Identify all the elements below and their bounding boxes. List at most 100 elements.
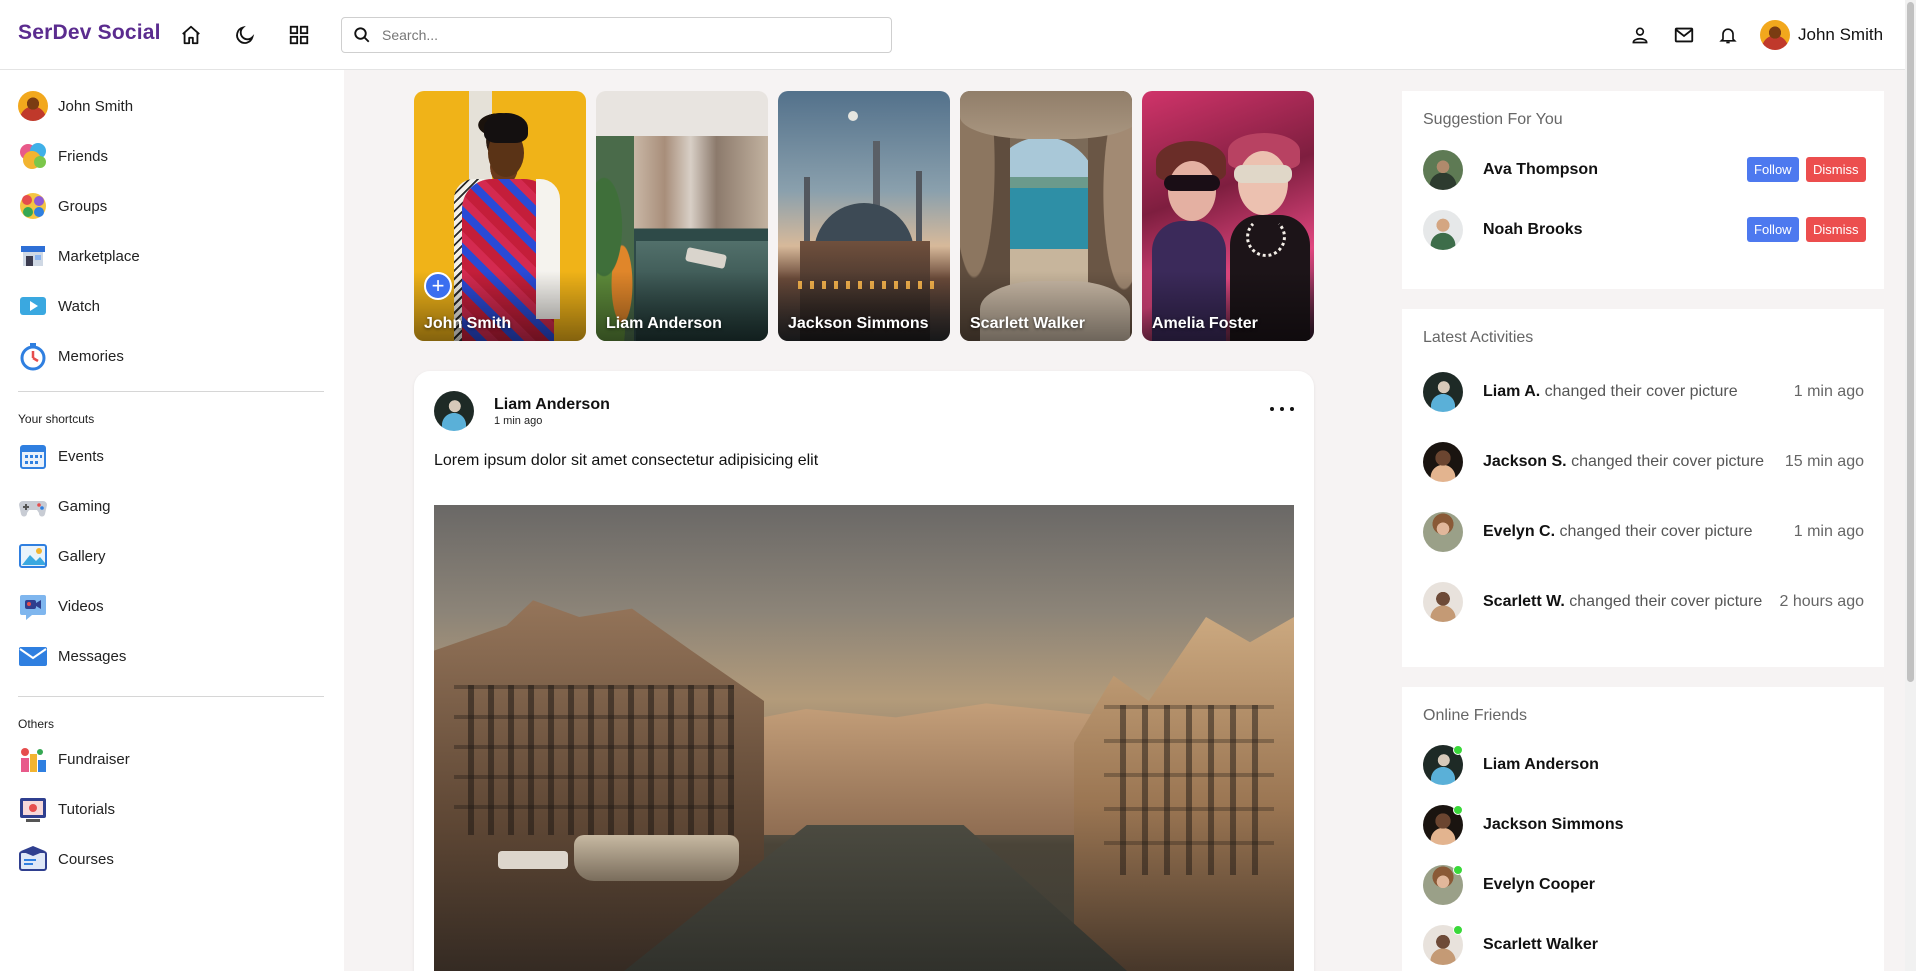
activity-time: 15 min ago: [1784, 453, 1864, 470]
story-card[interactable]: Liam Anderson: [596, 91, 768, 341]
online-status-dot: [1453, 745, 1463, 755]
activity-action: changed their cover picture: [1544, 383, 1738, 400]
online-friend-name: Jackson Simmons: [1483, 816, 1624, 833]
avatar[interactable]: [1423, 372, 1463, 412]
sidebar-item-courses[interactable]: Courses: [18, 843, 114, 875]
avatar[interactable]: [1423, 442, 1463, 482]
activity-text: Jackson S. changed their cover picture: [1483, 453, 1764, 471]
follow-button[interactable]: Follow: [1747, 217, 1799, 242]
story-photo-detail: [1164, 175, 1220, 191]
sidebar-item-label: Events: [58, 447, 104, 465]
story-name: John Smith: [424, 315, 512, 332]
bell-icon[interactable]: [1715, 22, 1741, 48]
activity-name[interactable]: Evelyn C.: [1483, 523, 1555, 540]
avatar[interactable]: [1423, 582, 1463, 622]
sidebar-item-gaming[interactable]: Gaming: [18, 490, 111, 522]
post-author[interactable]: Liam Anderson: [494, 396, 610, 414]
avatar-wrapper: [1423, 805, 1463, 845]
sidebar-divider: [18, 696, 324, 697]
sidebar-item-memories[interactable]: Memories: [18, 340, 124, 372]
avatar[interactable]: [1423, 210, 1463, 250]
sidebar-item-label: John Smith: [58, 97, 134, 115]
online-friend-row[interactable]: Evelyn Cooper: [1423, 865, 1595, 905]
sidebar-item-messages[interactable]: Messages: [18, 640, 126, 672]
sidebar-item-fundraiser[interactable]: Fundraiser: [18, 743, 130, 775]
post-header: Liam Anderson 1 min ago: [434, 391, 610, 431]
activity-action: changed their cover picture: [1571, 453, 1765, 470]
sidebar-item-profile[interactable]: John Smith: [18, 90, 133, 122]
sidebar-item-watch[interactable]: Watch: [18, 290, 100, 322]
activity-row: Jackson S. changed their cover picture: [1423, 442, 1764, 482]
sidebar-item-label: Videos: [58, 597, 104, 615]
scrollbar-thumb[interactable]: [1907, 2, 1914, 682]
activity-name[interactable]: Jackson S.: [1483, 453, 1567, 470]
online-friends-panel: Online Friends Liam Anderson Jackson Sim…: [1402, 687, 1884, 971]
post-image-detail: [454, 685, 734, 835]
activity-time: 1 min ago: [1793, 383, 1864, 400]
follow-button[interactable]: Follow: [1747, 157, 1799, 182]
top-user-menu[interactable]: John Smith: [1760, 20, 1883, 50]
sidebar-item-tutorials[interactable]: Tutorials: [18, 793, 115, 825]
person-icon[interactable]: [1627, 22, 1653, 48]
home-icon[interactable]: [178, 22, 204, 48]
suggestion-row: Ava Thompson: [1423, 150, 1598, 190]
activities-title: Latest Activities: [1423, 329, 1534, 346]
post-time: 1 min ago: [494, 414, 543, 427]
sidebar-item-videos[interactable]: Videos: [18, 590, 104, 622]
app-logo[interactable]: SerDev Social: [18, 21, 161, 45]
dismiss-button[interactable]: Dismiss: [1806, 157, 1866, 182]
dismiss-button[interactable]: Dismiss: [1806, 217, 1866, 242]
story-photo-detail: [1246, 217, 1286, 257]
online-friend-row[interactable]: Scarlett Walker: [1423, 925, 1598, 965]
story-name: Jackson Simmons: [788, 315, 929, 332]
sidebar-item-gallery[interactable]: Gallery: [18, 540, 106, 572]
story-photo-detail: [484, 113, 528, 143]
avatar[interactable]: [1423, 512, 1463, 552]
sidebar-item-friends[interactable]: Friends: [18, 140, 108, 172]
online-friend-row[interactable]: Jackson Simmons: [1423, 805, 1624, 845]
mail-icon[interactable]: [1671, 22, 1697, 48]
online-friend-name: Scarlett Walker: [1483, 936, 1599, 953]
story-card[interactable]: Scarlett Walker: [960, 91, 1132, 341]
story-card[interactable]: Amelia Foster: [1142, 91, 1314, 341]
fundraiser-icon: [18, 744, 48, 774]
online-friend-name: Liam Anderson: [1483, 756, 1599, 773]
avatar-wrapper: [1423, 925, 1463, 965]
story-photo-detail: [848, 111, 858, 121]
sidebar-item-label: Friends: [58, 147, 109, 165]
online-friend-row[interactable]: Liam Anderson: [1423, 745, 1599, 785]
post-image-detail: [498, 851, 568, 869]
sidebar-item-label: Messages: [58, 647, 127, 665]
activity-time: 2 hours ago: [1779, 593, 1864, 610]
story-name: Scarlett Walker: [970, 315, 1086, 332]
sidebar-item-events[interactable]: Events: [18, 440, 104, 472]
activity-row: Scarlett W. changed their cover picture: [1423, 582, 1762, 622]
friends-icon: [18, 141, 48, 171]
sidebar-item-groups[interactable]: Groups: [18, 190, 107, 222]
messages-icon: [18, 641, 48, 671]
moon-icon[interactable]: [232, 22, 258, 48]
avatar[interactable]: [1423, 150, 1463, 190]
sidebar-item-label: Courses: [58, 850, 114, 868]
more-options-icon[interactable]: [1270, 401, 1294, 417]
activity-name[interactable]: Liam A.: [1483, 383, 1540, 400]
suggestions-title: Suggestion For You: [1423, 111, 1563, 128]
activity-action: changed their cover picture: [1559, 523, 1753, 540]
online-status-dot: [1453, 865, 1463, 875]
activity-name[interactable]: Scarlett W.: [1483, 593, 1565, 610]
story-photo-detail: [1238, 151, 1288, 215]
suggestion-name[interactable]: Noah Brooks: [1483, 221, 1583, 239]
add-story-button[interactable]: +: [424, 272, 452, 300]
grid-icon[interactable]: [286, 22, 312, 48]
post-image[interactable]: [434, 505, 1294, 971]
search-input[interactable]: [382, 27, 862, 43]
story-card[interactable]: + John Smith: [414, 91, 586, 341]
page-scrollbar[interactable]: [1905, 0, 1916, 971]
suggestion-name[interactable]: Ava Thompson: [1483, 161, 1598, 179]
story-card[interactable]: Jackson Simmons: [778, 91, 950, 341]
sidebar-item-marketplace[interactable]: Marketplace: [18, 240, 140, 272]
sidebar-item-label: Marketplace: [58, 247, 140, 265]
avatar[interactable]: [434, 391, 474, 431]
activity-text: Scarlett W. changed their cover picture: [1483, 593, 1762, 611]
sidebar-item-label: Groups: [58, 197, 108, 215]
